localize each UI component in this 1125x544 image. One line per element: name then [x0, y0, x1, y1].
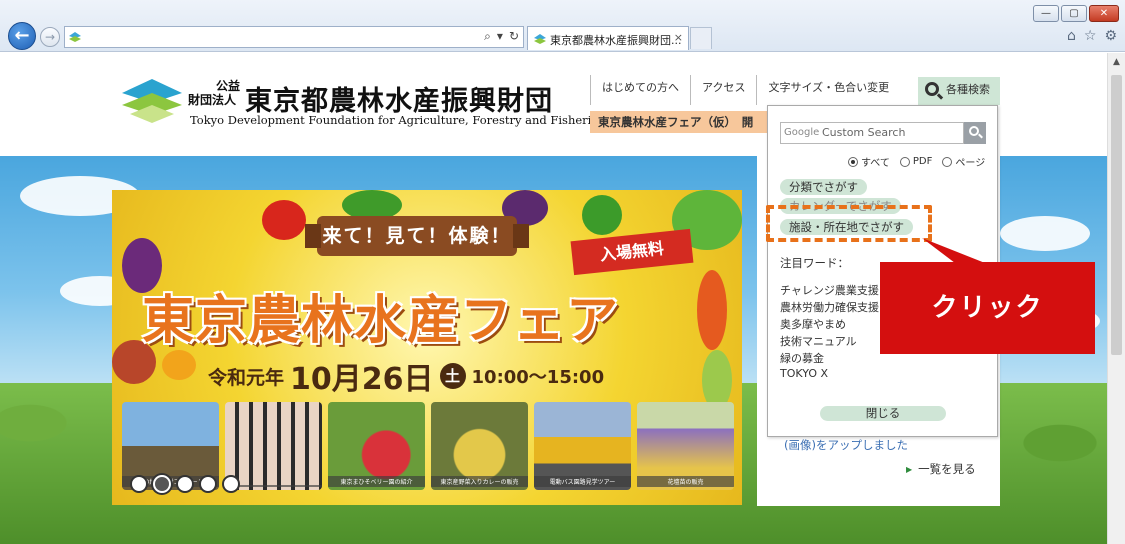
pepper-decoration — [162, 350, 196, 380]
new-tab-button[interactable] — [690, 27, 712, 49]
radio-all-label: すべて — [861, 158, 890, 169]
radio-unselected-icon — [899, 156, 910, 167]
event-time: 10:00〜15:00 — [471, 367, 605, 388]
search-icon — [969, 126, 979, 136]
window-controls: — ▢ ✕ — [1033, 5, 1119, 22]
radio-all[interactable]: すべて — [848, 154, 890, 169]
radio-page[interactable]: ページ — [942, 154, 985, 169]
hot-word-link[interactable]: 奥多摩やまめ — [780, 316, 846, 332]
carousel-pager — [130, 475, 240, 493]
carousel-dot[interactable] — [176, 475, 194, 493]
carrot-decoration — [697, 270, 727, 350]
hot-word-link[interactable]: TOKYO X — [780, 367, 828, 380]
forward-button[interactable]: → — [40, 27, 60, 47]
custom-search-input[interactable]: Google Custom Search — [780, 122, 964, 144]
org-type-line1: 公益 — [215, 79, 240, 93]
cloud — [1000, 216, 1090, 251]
event-weekday: 土 — [439, 363, 466, 389]
search-by-category-button[interactable]: 分類でさがす — [780, 179, 867, 195]
org-type-line2: 財団法人 — [188, 93, 237, 107]
photo-caption: 東京産野菜入りカレーの販売 — [431, 476, 528, 487]
radio-selected-icon — [848, 156, 858, 167]
banner-photo: 東京産野菜入りカレーの販売 — [431, 402, 528, 490]
carousel-dot[interactable] — [130, 475, 148, 493]
maximize-button[interactable]: ▢ — [1061, 5, 1087, 22]
event-day: 10月26日 — [290, 362, 434, 397]
custom-search-button[interactable] — [964, 122, 986, 144]
minimize-button[interactable]: — — [1033, 5, 1059, 22]
nav-access[interactable]: アクセス — [690, 75, 756, 105]
dropdown-icon[interactable]: ▾ — [497, 29, 503, 44]
radio-unselected-icon — [942, 156, 953, 167]
click-highlight-box — [766, 205, 932, 242]
search-icon[interactable]: ⌕ — [484, 29, 491, 44]
click-callout: クリック — [880, 262, 1095, 354]
carousel-dot[interactable] — [222, 475, 240, 493]
photo-caption: 電動バス園路見学ツアー — [534, 476, 631, 487]
scroll-thumb[interactable] — [1111, 75, 1122, 355]
search-scope-radios: すべて PDF ページ — [848, 154, 985, 169]
free-admission-badge: 入場無料 — [570, 228, 694, 276]
banner-photo: 東京まひそベリー園の紹介 — [328, 402, 425, 490]
browser-chrome: — ▢ ✕ ← → ⌕ ▾ ↻ 東京都農林水産振興財団... × ⌂ ☆ ⚙ — [0, 0, 1125, 52]
banner-title: 東京農林水産フェア — [142, 291, 620, 351]
favorites-star-icon[interactable]: ☆ — [1084, 28, 1097, 44]
browser-toolbar-icons: ⌂ ☆ ⚙ — [1067, 28, 1117, 44]
hot-words-label: 注目ワード： — [780, 256, 849, 270]
magnifier-icon — [925, 82, 939, 96]
close-window-button[interactable]: ✕ — [1089, 5, 1119, 22]
org-name-english: Tokyo Development Foundation for Agricul… — [190, 113, 605, 127]
search-tab-button[interactable]: 各種検索 — [918, 77, 1000, 105]
tab-close-icon[interactable]: × — [674, 31, 683, 44]
radio-pdf[interactable]: PDF — [899, 154, 933, 169]
leek-decoration — [702, 350, 732, 410]
refresh-icon[interactable]: ↻ — [509, 29, 519, 44]
see-all-link[interactable]: 一覧を見る — [906, 461, 976, 477]
home-icon[interactable]: ⌂ — [1067, 28, 1076, 44]
top-navigation: はじめての方へ アクセス 文字サイズ・色合い変更 — [590, 75, 900, 105]
photo-caption: 花壇苗の販売 — [637, 476, 734, 487]
carousel-dot-active[interactable] — [153, 475, 171, 493]
news-item-link[interactable]: (画像)をアップしました — [784, 437, 908, 453]
hot-word-link[interactable]: 農林労働力確保支援 — [780, 299, 879, 315]
address-bar[interactable]: ⌕ ▾ ↻ — [64, 26, 524, 48]
nav-first-visit[interactable]: はじめての方へ — [590, 75, 690, 105]
browser-tab[interactable]: 東京都農林水産振興財団... × — [527, 26, 689, 50]
tab-favicon-icon — [534, 34, 546, 44]
banner-photo: 花壇苗の販売 — [637, 402, 734, 490]
radio-page-label: ページ — [955, 158, 986, 169]
foundation-logo-icon — [122, 79, 182, 123]
scroll-up-arrow-icon[interactable]: ▲ — [1108, 53, 1125, 71]
radio-pdf-label: PDF — [912, 156, 933, 167]
tab-title: 東京都農林水産振興財団... — [550, 34, 682, 47]
photo-caption: 東京まひそベリー園の紹介 — [328, 476, 425, 487]
tomato-decoration — [262, 200, 306, 240]
event-date: 令和元年 10月26日 土 10:00〜15:00 — [208, 354, 604, 398]
address-tools: ⌕ ▾ ↻ — [484, 29, 519, 44]
hot-word-link[interactable]: チャレンジ農業支援 — [780, 282, 879, 298]
banner-catchphrase: 来て！見て！体験！ — [305, 216, 529, 256]
hot-word-link[interactable]: 技術マニュアル — [780, 333, 857, 349]
site-favicon-icon — [69, 32, 81, 42]
google-label: Google — [784, 127, 820, 138]
pepper-decoration — [582, 195, 622, 235]
search-tab-label: 各種検索 — [946, 83, 990, 96]
custom-search-placeholder: Custom Search — [822, 126, 906, 139]
banner-photo: 電動バス園路見学ツアー — [534, 402, 631, 490]
close-dropdown-button[interactable]: 閉じる — [820, 406, 946, 421]
hot-word-link[interactable]: 緑の募金 — [780, 350, 824, 366]
fair-news-bar[interactable]: 東京農林水産フェア（仮） 開 — [590, 111, 776, 133]
vertical-scrollbar[interactable]: ▲ — [1107, 53, 1125, 544]
settings-gear-icon[interactable]: ⚙ — [1104, 28, 1117, 44]
event-era: 令和元年 — [208, 366, 285, 389]
back-button[interactable]: ← — [8, 22, 36, 50]
carousel-dot[interactable] — [199, 475, 217, 493]
org-type-label: 公益 財団法人 — [188, 79, 240, 107]
nav-text-size-color[interactable]: 文字サイズ・色合い変更 — [756, 75, 900, 105]
event-banner[interactable]: 来て！見て！体験！ 入場無料 東京農林水産フェア 令和元年 10月26日 土 1… — [112, 190, 742, 505]
